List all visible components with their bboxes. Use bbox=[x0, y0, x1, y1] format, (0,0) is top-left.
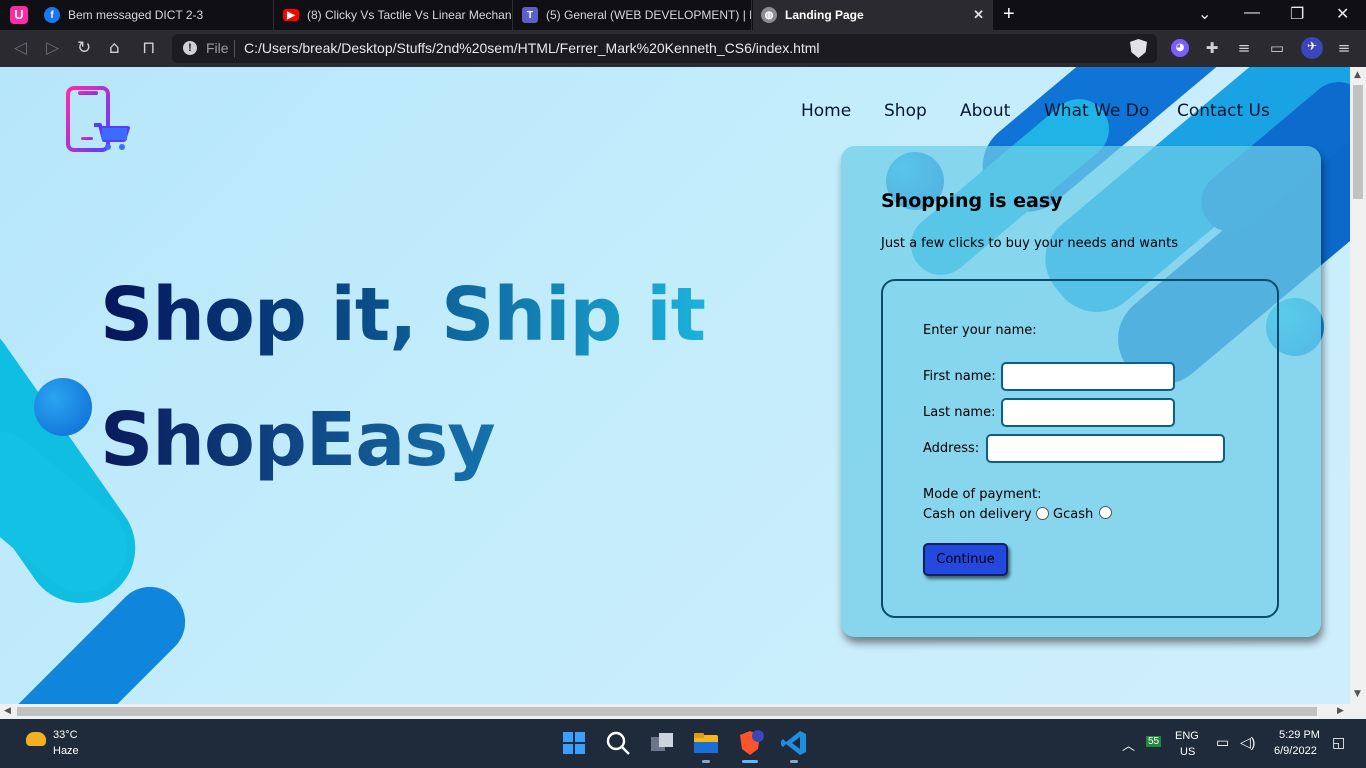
browser-toolbar: ◁ ▷ ↻ ⌂ ⊓ ! File C:/Users/break/Desktop/… bbox=[0, 30, 1366, 67]
payment-label: Mode of payment: bbox=[923, 487, 1042, 502]
close-tab-icon[interactable]: ✕ bbox=[973, 7, 984, 23]
new-tab-button[interactable]: + bbox=[1003, 3, 1015, 26]
weather-icon[interactable] bbox=[26, 732, 46, 746]
scheme-label: File bbox=[206, 40, 229, 56]
tab-teams[interactable]: T (5) General (WEB DEVELOPMENT) | Mi bbox=[514, 0, 752, 30]
payment-option-gcash-label: Gcash bbox=[1053, 507, 1094, 522]
app-logo-icon[interactable]: U bbox=[10, 6, 28, 24]
rewards-icon[interactable]: ◕ bbox=[1171, 39, 1189, 57]
search-icon[interactable] bbox=[604, 729, 632, 757]
last-name-label: Last name: bbox=[923, 405, 996, 420]
nav-contact-us[interactable]: Contact Us bbox=[1177, 101, 1270, 121]
restore-icon[interactable]: ❐ bbox=[1290, 4, 1304, 24]
windows-start-icon[interactable] bbox=[560, 729, 588, 757]
reload-icon[interactable]: ↻ bbox=[77, 38, 91, 58]
url-text[interactable]: C:/Users/break/Desktop/Stuffs/2nd%20sem/… bbox=[244, 40, 820, 56]
tray-chevron-icon[interactable]: ︿ bbox=[1122, 735, 1135, 754]
cod-radio[interactable] bbox=[1036, 507, 1049, 520]
forward-icon[interactable]: ▷ bbox=[46, 38, 59, 58]
shop-logo-icon[interactable] bbox=[64, 85, 134, 155]
background-circle bbox=[34, 378, 92, 436]
info-icon[interactable]: ! bbox=[183, 41, 197, 55]
clock-time[interactable]: 5:29 PM bbox=[1279, 729, 1320, 741]
horizontal-scroll-thumb[interactable] bbox=[17, 707, 1317, 716]
vertical-scrollbar[interactable]: ▲ ▼ bbox=[1350, 67, 1366, 704]
brave-shield-icon[interactable] bbox=[1130, 39, 1147, 58]
back-icon[interactable]: ◁ bbox=[14, 38, 27, 58]
tab-youtube[interactable]: ▶ (8) Clicky Vs Tactile Vs Linear Mechan… bbox=[275, 0, 513, 30]
last-name-field[interactable] bbox=[1001, 398, 1175, 427]
order-form: Enter your name: First name: Last name: … bbox=[881, 279, 1279, 618]
tab-facebook[interactable]: f Bem messaged DICT 2-3 bbox=[36, 0, 274, 30]
profile-avatar[interactable]: ✈ bbox=[1301, 37, 1323, 59]
vscode-icon[interactable] bbox=[780, 729, 808, 757]
payment-option-cod-label: Cash on delivery bbox=[923, 507, 1032, 522]
order-card: Shopping is easy Just a few clicks to bu… bbox=[841, 146, 1321, 637]
clock-date[interactable]: 6/9/2022 bbox=[1274, 745, 1317, 757]
nav-shop[interactable]: Shop bbox=[884, 101, 927, 121]
weather-desc[interactable]: Haze bbox=[53, 745, 79, 757]
nav-home[interactable]: Home bbox=[801, 101, 851, 121]
running-indicator bbox=[702, 760, 710, 763]
bookmark-icon[interactable]: ⊓ bbox=[142, 38, 155, 58]
tab-title: (8) Clicky Vs Tactile Vs Linear Mechanic bbox=[307, 8, 512, 22]
card-title: Shopping is easy bbox=[881, 190, 1063, 212]
volume-icon[interactable]: ◁) bbox=[1240, 734, 1255, 751]
nav-what-we-do[interactable]: What We Do bbox=[1044, 101, 1149, 121]
tab-landing-page[interactable]: ◍ Landing Page ✕ bbox=[753, 0, 993, 30]
file-explorer-icon[interactable] bbox=[692, 729, 720, 757]
divider bbox=[234, 40, 235, 57]
playlist-icon[interactable]: ≡ bbox=[1235, 39, 1253, 57]
address-field[interactable] bbox=[986, 434, 1225, 463]
tab-title: Bem messaged DICT 2-3 bbox=[68, 8, 204, 22]
minimize-icon[interactable]: — bbox=[1244, 4, 1260, 22]
wallet-icon[interactable]: ▭ bbox=[1268, 39, 1286, 57]
scroll-up-icon[interactable]: ▲ bbox=[1354, 70, 1361, 80]
task-view-icon[interactable] bbox=[648, 729, 676, 757]
tab-title: (5) General (WEB DEVELOPMENT) | Mi bbox=[546, 8, 751, 22]
gcash-radio[interactable] bbox=[1099, 506, 1112, 519]
globe-icon: ◍ bbox=[761, 7, 777, 23]
scroll-down-icon[interactable]: ▼ bbox=[1354, 689, 1361, 699]
tray-badge[interactable]: 55 bbox=[1146, 736, 1162, 747]
menu-icon[interactable]: ≡ bbox=[1335, 39, 1353, 57]
language[interactable]: ENG bbox=[1175, 730, 1199, 742]
page-viewport: Home Shop About What We Do Contact Us Sh… bbox=[0, 67, 1350, 704]
running-indicator bbox=[790, 760, 798, 763]
nav-about[interactable]: About bbox=[960, 101, 1010, 121]
tab-title: Landing Page bbox=[785, 8, 864, 22]
hero-tagline: Shop it, Ship it bbox=[100, 272, 706, 358]
notification-icon[interactable]: ◱ bbox=[1332, 734, 1345, 751]
brave-browser-icon[interactable] bbox=[736, 729, 764, 757]
youtube-icon: ▶ bbox=[283, 9, 299, 21]
hero-brand-name: ShopEasy bbox=[100, 397, 496, 483]
form-heading: Enter your name: bbox=[923, 323, 1037, 338]
scroll-right-icon[interactable]: ▶ bbox=[1337, 706, 1344, 716]
network-icon[interactable]: ▭ bbox=[1216, 734, 1229, 751]
first-name-label: First name: bbox=[923, 369, 996, 384]
active-indicator bbox=[742, 760, 758, 763]
address-label: Address: bbox=[923, 441, 980, 456]
close-window-icon[interactable]: ✕ bbox=[1336, 4, 1349, 24]
facebook-icon: f bbox=[44, 7, 60, 23]
card-subtitle: Just a few clicks to buy your needs and … bbox=[881, 236, 1179, 251]
weather-temp[interactable]: 33°C bbox=[53, 729, 78, 741]
tab-bar: U f Bem messaged DICT 2-3 ▶ (8) Clicky V… bbox=[0, 0, 1366, 30]
tab-search-chevron-icon[interactable]: ⌄ bbox=[1198, 4, 1211, 24]
continue-button[interactable]: Continue bbox=[923, 543, 1008, 576]
horizontal-scrollbar[interactable]: ◀ ▶ bbox=[0, 704, 1366, 719]
region[interactable]: US bbox=[1180, 746, 1195, 758]
address-bar[interactable]: ! File C:/Users/break/Desktop/Stuffs/2nd… bbox=[172, 34, 1157, 63]
first-name-field[interactable] bbox=[1001, 362, 1175, 391]
windows-taskbar: 33°C Haze ︿ 55 ENG US ▭ ◁) 5:29 PM 6/9/2… bbox=[0, 719, 1366, 768]
extensions-icon[interactable]: ✚ bbox=[1203, 39, 1221, 57]
scroll-left-icon[interactable]: ◀ bbox=[4, 706, 11, 716]
teams-icon: T bbox=[522, 7, 538, 23]
vertical-scroll-thumb[interactable] bbox=[1353, 85, 1363, 199]
home-icon[interactable]: ⌂ bbox=[109, 38, 120, 58]
